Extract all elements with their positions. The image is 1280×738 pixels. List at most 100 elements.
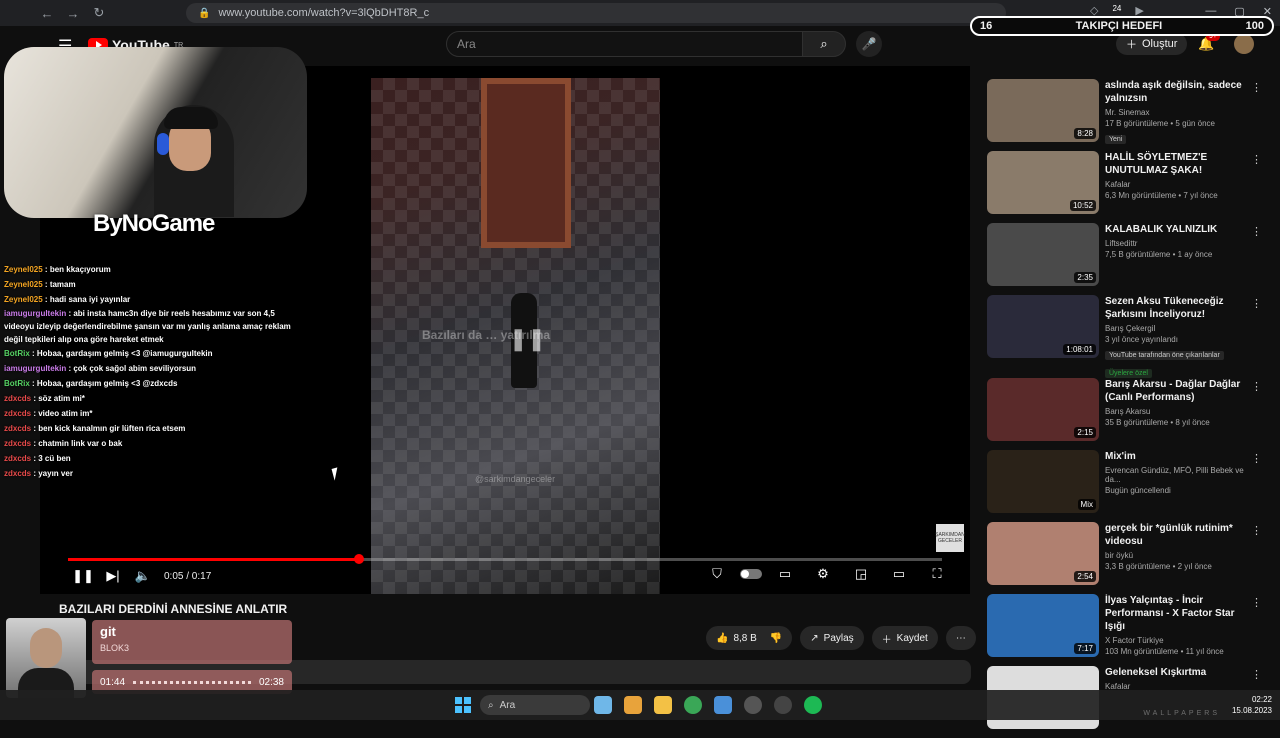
spotify-icon[interactable] [804,696,822,714]
shield-icon[interactable]: ⛉ [702,566,732,582]
video-thumbnail[interactable]: 10:52 [987,151,1099,214]
recommendation-title[interactable]: Barış Akarsu - Dağlar Dağlar (Canlı Perf… [1105,378,1250,404]
recommendation-title[interactable]: aslında aşık değilsin, sadece yalnızsın [1105,79,1250,105]
chrome-icon[interactable] [684,696,702,714]
video-thumbnail[interactable]: 2:54 [987,522,1099,585]
recommendation-item[interactable]: 1:08:01 Sezen Aksu Tükeneceğiz Şarkısını … [987,295,1262,378]
chat-message: zdxcds : söz atim mi* [4,391,304,406]
channel-name[interactable]: X Factor Türkiye [1105,636,1250,645]
recommendation-item[interactable]: 8:28 aslında aşık değilsin, sadece yalnız… [987,79,1262,150]
channel-name[interactable]: Barış Çekergil [1105,324,1250,333]
reload-button[interactable]: ↻ [86,5,112,21]
create-button[interactable]: ＋ Oluştur [1116,33,1188,55]
miniplayer-icon[interactable]: ◲ [846,566,876,582]
recommendation-item[interactable]: 2:54 gerçek bir *günlük rutinim* videosu b… [987,522,1262,593]
recommendation-title[interactable]: gerçek bir *günlük rutinim* videosu [1105,522,1250,548]
video-thumbnail[interactable]: 7:17 [987,594,1099,657]
recommendation-title[interactable]: HALİL SÖYLETMEZ'E UNUTULMAZ ŞAKA! [1105,151,1250,177]
video-thumbnail[interactable]: Mix [987,450,1099,513]
search-input[interactable]: Ara [446,31,804,57]
app-icon[interactable] [594,696,612,714]
more-options-icon[interactable]: ⋮ [1251,380,1262,393]
follower-goal-bar: 16 TAKIPÇI HEDEFI 100 [970,16,1274,36]
chat-username: iamugurgultekin [4,364,67,373]
app-icon[interactable] [624,696,642,714]
duration-badge: 7:17 [1074,643,1096,654]
more-options-icon[interactable]: ⋮ [1251,596,1262,609]
share-icon: ↗ [810,632,819,644]
recommendation-item[interactable]: 2:35 KALABALIK YALNIZLIK Liftsedittr 7,5 B … [987,223,1262,294]
recommendation-title[interactable]: KALABALIK YALNIZLIK [1105,223,1250,236]
more-options-icon[interactable]: ⋮ [1251,153,1262,166]
recommendation-item[interactable]: 2:15 Barış Akarsu - Dağlar Dağlar (Canlı … [987,378,1262,449]
volume-icon[interactable]: 🔈 [128,568,158,584]
video-thumbnail[interactable]: 1:08:01 [987,295,1099,358]
save-icon: ＋ [881,634,892,646]
autoplay-toggle[interactable] [740,569,762,579]
duration-badge: 1:08:01 [1063,344,1096,355]
file-explorer-icon[interactable] [654,696,672,714]
chat-username: zdxcds [4,409,32,418]
like-button[interactable]: 👍 8,8 B 👎 [706,626,793,650]
more-options-icon[interactable]: ⋮ [1251,81,1262,94]
search-button[interactable]: ⌕ [802,31,846,57]
app-icon[interactable] [774,696,792,714]
fullscreen-icon[interactable]: ⛶ [922,566,952,582]
more-options-icon[interactable]: ⋮ [1251,668,1262,681]
channel-name[interactable]: Kafalar [1105,180,1250,189]
account-avatar[interactable] [1234,34,1254,54]
settings-gear-icon[interactable]: ⚙ [808,566,838,582]
video-meta: gerçek bir *günlük rutinim* videosu bir ö… [1105,522,1250,571]
thumbs-down-icon[interactable]: 👎 [770,633,782,644]
voice-search-button[interactable]: 🎤 [856,31,882,57]
subtitles-icon[interactable]: ▭ [770,566,800,582]
channel-name[interactable]: bir öykü [1105,551,1250,560]
time-display: 0:05 / 0:17 [164,570,212,582]
stream-chat: Zeynel025 : ben kkaçıyorum Zeynel025 : ta… [4,262,304,481]
theater-mode-icon[interactable]: ▭ [884,566,914,582]
chat-text: : tamam [42,280,76,289]
video-thumbnail[interactable]: 2:15 [987,378,1099,441]
pause-icon[interactable]: ❚❚ [68,568,98,584]
more-options-icon[interactable]: ⋮ [1251,297,1262,310]
channel-name[interactable]: Evrencan Gündüz, MFÖ, Pilli Bebek ve da.… [1105,466,1250,484]
chat-text: : Hobaa, gardaşım gelmiş <3 @iamugurgult… [29,349,213,358]
recommendation-title[interactable]: Sezen Aksu Tükeneceğiz Şarkısını İnceliy… [1105,295,1250,321]
recommendation-item[interactable]: Mix Mix'im Evrencan Gündüz, MFÖ, Pilli Beb… [987,450,1262,521]
forward-button[interactable]: → [60,6,86,21]
store-icon[interactable] [714,696,732,714]
members-badge: Üyelere özel [1105,369,1152,378]
more-actions-button[interactable]: ⋯ [945,626,976,650]
video-thumbnail[interactable]: 8:28 [987,79,1099,142]
next-icon[interactable]: ▶| [98,568,128,584]
goal-target: 100 [1245,20,1264,32]
video-meta: HALİL SÖYLETMEZ'E UNUTULMAZ ŞAKA! Kafalar… [1105,151,1250,200]
channel-name[interactable]: Liftsedittr [1105,239,1250,248]
chat-text: : Hobaa, gardaşım gelmiş <3 @zdxcds [29,379,178,388]
channel-name[interactable]: Mr. Sinemax [1105,108,1250,117]
recommendation-title[interactable]: Geleneksel Kışkırtma [1105,666,1250,679]
plus-icon: ＋ [1126,39,1137,51]
recommendation-item[interactable]: 7:17 İlyas Yalçıntaş - İncir Performansı … [987,594,1262,665]
video-meta: Geleneksel Kışkırtma Kafalar [1105,666,1250,691]
app-icon[interactable] [744,696,762,714]
windows-start-icon[interactable] [455,697,471,713]
recommendation-title[interactable]: İlyas Yalçıntaş - İncir Performansı - X … [1105,594,1250,633]
more-options-icon[interactable]: ⋮ [1251,225,1262,238]
share-button[interactable]: ↗ Paylaş [800,626,864,650]
address-bar[interactable]: 🔒 www.youtube.com/watch?v=3lQbDHT8R_c [186,3,1006,23]
channel-watermark-logo[interactable]: ŞARKIMDAN GECELER [935,524,965,552]
video-thumbnail[interactable]: 2:35 [987,223,1099,286]
view-count: 17 B görüntüleme • 5 gün önce [1105,119,1215,128]
taskbar-search[interactable]: ⌕ Ara [480,695,590,715]
more-options-icon[interactable]: ⋮ [1251,452,1262,465]
back-button[interactable]: ← [34,6,60,21]
progress-bar[interactable] [68,554,942,564]
channel-name[interactable]: Barış Akarsu [1105,407,1250,416]
recommendation-title[interactable]: Mix'im [1105,450,1250,463]
recommendation-item[interactable]: 10:52 HALİL SÖYLETMEZ'E UNUTULMAZ ŞAKA! Ka… [987,151,1262,222]
save-button[interactable]: ＋ Kaydet [871,626,938,650]
view-count: Bugün güncellendi [1105,486,1171,495]
progress-scrubber[interactable] [354,554,365,564]
more-options-icon[interactable]: ⋮ [1251,524,1262,537]
